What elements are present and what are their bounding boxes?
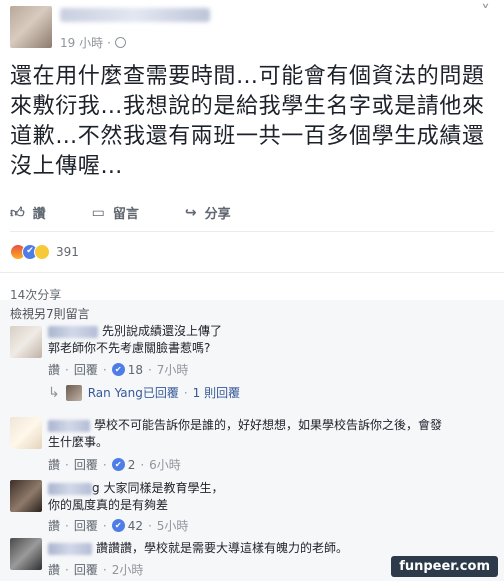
commenter-name-blurred[interactable] <box>48 325 98 338</box>
share-label: 分享 <box>204 207 231 222</box>
commenter-name-suffix[interactable]: g <box>92 481 100 495</box>
comment-time[interactable]: 6小時 <box>149 456 181 473</box>
comment-actions: 讚 · 回覆 · 2小時 <box>48 561 144 578</box>
comment-line-2: 郭老師你不先考慮關臉書惹嗎? <box>48 341 211 355</box>
comment-actions: 讚 · 回覆 · ✔ 18 · 7小時 <box>48 361 189 378</box>
like-label: 讚 <box>32 207 46 222</box>
comment-line-2: 生什麼事。 <box>48 435 109 449</box>
commenter-name-blurred[interactable] <box>48 482 92 495</box>
view-more-comments-link[interactable]: 檢視另7則留言 <box>10 305 90 322</box>
post-header: 19 小時 · ˅ <box>0 0 504 58</box>
commenter-name-blurred[interactable] <box>48 419 90 432</box>
commenter-name-blurred[interactable] <box>48 542 92 555</box>
comment-text: 讚讚讚，學校就是需要大導這樣有魄力的老師。 <box>48 540 488 557</box>
comment-line-1: 先別說成績還沒上傳了 <box>102 324 223 338</box>
comment-line-1: 大家同樣是教育學生， <box>103 481 224 495</box>
comment-reply-link[interactable]: 回覆 <box>74 517 98 534</box>
watermark-logo: funpeer.com <box>391 556 498 577</box>
more-options-icon[interactable]: ˅ <box>481 2 490 23</box>
comment-time[interactable]: 5小時 <box>157 517 189 534</box>
comment-icon: ▭ <box>91 204 105 221</box>
comment-text: 學校不可能告訴你是誰的，好好想想，如果學校告訴你之後，會發 生什麼事。 <box>48 417 500 451</box>
comment-button[interactable]: ▭ 留言 <box>91 203 139 223</box>
author-name-blurred[interactable] <box>60 8 210 22</box>
comment-line-1: 讚讚讚，學校就是需要大導這樣有魄力的老師。 <box>96 541 349 555</box>
commenter-avatar[interactable] <box>10 538 42 570</box>
commenter-avatar[interactable] <box>10 480 42 512</box>
comment-like-link[interactable]: 讚 <box>48 456 60 473</box>
comment-label: 留言 <box>112 207 139 222</box>
commenter-avatar[interactable] <box>10 326 42 358</box>
comment-text: g 大家同樣是教育學生， 你的風度真的是有夠差 <box>48 480 488 514</box>
comment-reply-link[interactable]: 回覆 <box>74 456 98 473</box>
post-time[interactable]: 19 小時 <box>60 34 103 51</box>
reply-arrow-icon: ↳ <box>48 384 60 401</box>
commenter-avatar[interactable] <box>10 417 42 449</box>
comment-reply-link[interactable]: 回覆 <box>74 561 98 578</box>
comment-like-link[interactable]: 讚 <box>48 517 60 534</box>
comment-text: 先別說成績還沒上傳了 郭老師你不先考慮關臉書惹嗎? <box>48 323 488 357</box>
comment-line-2: 你的風度真的是有夠差 <box>48 498 169 512</box>
comment-actions: 讚 · 回覆 · ✔ 2 · 6小時 <box>48 456 181 473</box>
comments-section: 檢視另7則留言 先別說成績還沒上傳了 郭老師你不先考慮關臉書惹嗎? 讚 · 回覆… <box>0 300 504 581</box>
reply-count: 1 則回覆 <box>192 386 241 400</box>
comment-like-count[interactable]: 18 <box>128 363 143 377</box>
post-card: 19 小時 · ˅ 還在用什麼查需要時間…可能會有個資法的問題來敷衍我…我想說的… <box>0 0 504 317</box>
comment-like-count[interactable]: 2 <box>128 458 136 472</box>
reactions-row[interactable]: ✔ 391 <box>0 232 504 272</box>
like-button[interactable]: 👍︎ 讚 <box>10 203 46 222</box>
reaction-count: 391 <box>56 245 79 259</box>
post-actions: 👍︎ 讚 ▭ 留言 ↪ 分享 <box>10 194 494 232</box>
share-button[interactable]: ↪ 分享 <box>184 203 231 223</box>
reply-summary[interactable]: ↳ Ran Yang已回覆 · 1 則回覆 <box>48 384 240 401</box>
comment-actions: 讚 · 回覆 · ✔ 42 · 5小時 <box>48 517 189 534</box>
like-count-icon: ✔ <box>111 363 125 376</box>
share-icon: ↪ <box>184 204 197 221</box>
comment-reply-link[interactable]: 回覆 <box>74 361 98 378</box>
like-count-icon: ✔ <box>111 458 125 471</box>
thumbs-up-icon: 👍︎ <box>10 205 25 221</box>
post-text: 還在用什麼查需要時間…可能會有個資法的問題來敷衍我…我想說的是給我學生名字或是請… <box>10 64 485 179</box>
comment-like-link[interactable]: 讚 <box>48 361 60 378</box>
comment-like-count[interactable]: 42 <box>128 519 143 533</box>
post-meta: 19 小時 · <box>60 34 126 51</box>
reply-avatar <box>65 384 82 401</box>
author-avatar[interactable] <box>10 6 52 48</box>
globe-icon <box>114 37 126 48</box>
like-count-icon: ✔ <box>111 519 125 532</box>
comment-time[interactable]: 2小時 <box>112 561 144 578</box>
haha-reaction-icon <box>34 244 50 260</box>
comment-like-link[interactable]: 讚 <box>48 561 60 578</box>
meta-separator: · <box>107 35 111 50</box>
comment-time[interactable]: 7小時 <box>157 361 189 378</box>
comment-line-1: 學校不可能告訴你是誰的，好好想想，如果學校告訴你之後，會發 <box>94 418 443 432</box>
reply-user: Ran Yang已回覆 <box>87 386 179 400</box>
